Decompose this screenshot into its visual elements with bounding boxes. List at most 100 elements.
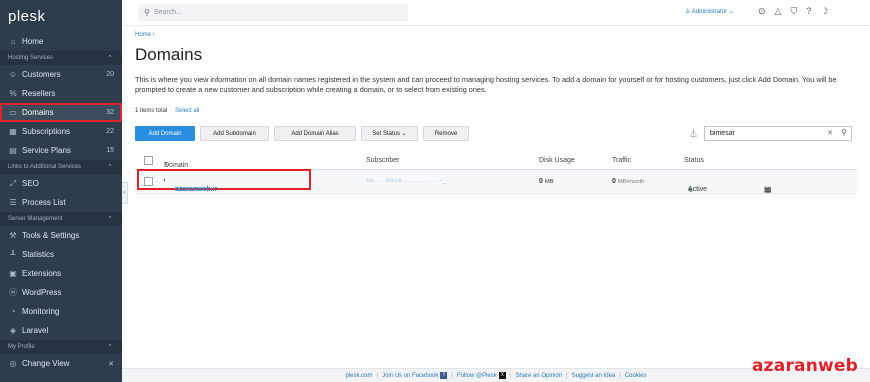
footer-separator: |: [619, 372, 621, 379]
notifications-icon[interactable]: △: [775, 6, 782, 17]
filter-value: bimesar: [710, 130, 735, 137]
plesk-logo[interactable]: plesk: [0, 0, 122, 32]
footer-follow-link[interactable]: Follow @Plesk: [457, 373, 497, 379]
monitoring-icon: ◔: [10, 307, 16, 316]
sidebar-item-label: Home: [22, 37, 44, 46]
watermark: azaranweb: [752, 356, 858, 376]
sidebar-item-resellers[interactable]: % Resellers: [0, 84, 122, 103]
subscriber-link[interactable]: xa... ..basa.............. .. -_: [366, 178, 447, 184]
footer-cookies-link[interactable]: Cookies: [625, 373, 647, 379]
sidebar-item-laravel[interactable]: ◈ Laravel: [0, 321, 122, 340]
footer-facebook-link[interactable]: Join Us on Facebook: [382, 373, 438, 379]
footer-separator: |: [376, 372, 379, 379]
toolbar: Add Domain Add Subdomain Add Domain Alia…: [135, 126, 469, 141]
filter-input[interactable]: bimesar ✕ ⚲: [704, 126, 853, 141]
site-icon: ◐: [163, 177, 168, 184]
sidebar-item-subscriptions[interactable]: ▦ Subscriptions 22: [0, 122, 122, 141]
sidebar-item-seo[interactable]: ⤢ SEO: [0, 174, 122, 193]
sidebar-collapse-toggle[interactable]: ‹: [122, 182, 128, 204]
x-icon[interactable]: X: [498, 372, 506, 379]
resellers-icon: %: [9, 89, 17, 98]
row-checkbox[interactable]: [144, 177, 153, 186]
monitor-icon: ▭: [9, 108, 17, 117]
service-plans-count: 15: [106, 147, 114, 154]
column-traffic[interactable]: Traffic: [612, 157, 631, 164]
page-title: Domains: [135, 45, 203, 64]
plesk-app: plesk ⌂ Home Hosting Services ⌃ ☺ Custom…: [0, 0, 870, 382]
set-status-button[interactable]: Set Status ⌄: [361, 126, 418, 141]
sidebar-item-customers[interactable]: ☺ Customers 20: [0, 65, 122, 84]
footer-opinion-link[interactable]: Share an Opinion: [515, 373, 562, 379]
search-icon: ⚲: [144, 8, 150, 17]
items-info: 1 items total Select all: [135, 108, 199, 114]
section-label: Links to Additional Services: [8, 164, 82, 170]
user-icon: ♙: [685, 9, 692, 15]
column-status[interactable]: Status: [684, 157, 704, 164]
facebook-icon[interactable]: f: [440, 372, 448, 379]
table-row: ◐ bi...e...s..r. azaranweb.ir xa... ..bas…: [135, 169, 857, 194]
sidebar-item-label: Change View: [22, 359, 70, 368]
chevron-down-icon: ⌄: [688, 187, 694, 194]
section-server-management[interactable]: Server Management ⌃: [0, 212, 122, 226]
plans-icon: ▤: [9, 146, 17, 155]
filter-icon[interactable]: ⏃: [689, 127, 698, 140]
section-label: Server Management: [8, 216, 63, 222]
breadcrumb-home[interactable]: Home: [135, 32, 151, 38]
footer-idea-link[interactable]: Suggest an Idea: [572, 373, 616, 379]
grid-icon: ▦: [9, 127, 17, 136]
search-placeholder: Search...: [153, 9, 182, 16]
chevron-down-icon: ⌄: [727, 9, 734, 15]
lightbulb-icon[interactable]: ⊙: [758, 6, 766, 17]
section-links-additional[interactable]: Links to Additional Services ⌃: [0, 160, 122, 174]
seo-icon: ⤢: [9, 178, 17, 188]
column-subscriber[interactable]: Subscriber: [366, 157, 399, 164]
user-name: Administrator: [691, 9, 728, 15]
help-icon[interactable]: ?: [806, 6, 811, 17]
sidebar-item-home[interactable]: ⌂ Home: [0, 32, 122, 51]
section-my-profile[interactable]: My Profile ⌃: [0, 340, 122, 354]
theme-toggle-icon[interactable]: ☽: [820, 6, 828, 17]
tools-icon: ⚒: [9, 231, 17, 240]
sidebar-item-wordpress[interactable]: ⓦ WordPress: [0, 283, 122, 302]
sidebar-item-service-plans[interactable]: ▤ Service Plans 15: [0, 141, 122, 160]
section-hosting-services[interactable]: Hosting Services ⌃: [0, 51, 122, 65]
breadcrumb[interactable]: Home ›: [135, 32, 155, 38]
security-icon[interactable]: ⛉: [790, 6, 797, 17]
search-icon[interactable]: ⚲: [841, 128, 847, 137]
sidebar-item-label: SEO: [22, 179, 39, 188]
close-icon[interactable]: ✕: [108, 360, 114, 368]
sidebar-item-tools-settings[interactable]: ⚒ Tools & Settings: [0, 226, 122, 245]
select-all-checkbox[interactable]: [144, 156, 153, 165]
section-label: Hosting Services: [8, 55, 54, 61]
sidebar-item-monitoring[interactable]: ◔ Monitoring: [0, 302, 122, 321]
more-icon[interactable]: ⋮: [764, 185, 772, 194]
sort-up-icon: ˄: [164, 162, 169, 169]
clear-icon[interactable]: ✕: [827, 129, 833, 137]
chevron-up-icon: ⌃: [107, 164, 113, 171]
remove-button[interactable]: Remove: [423, 126, 469, 141]
user-menu[interactable]: ♙ Administrator ⌄: [685, 8, 734, 15]
column-disk-usage[interactable]: Disk Usage: [539, 157, 575, 164]
sidebar-item-label: Monitoring: [22, 307, 60, 316]
traffic-value: 0 MB/month: [612, 178, 644, 185]
add-domain-button[interactable]: Add Domain: [135, 126, 195, 141]
topbar: ⚲ Search... ♙ Administrator ⌄ ⊙ △ ⛉ ? ☽: [122, 0, 870, 26]
footer-plesk-link[interactable]: plesk.com: [345, 373, 372, 379]
change-view-icon: ◎: [9, 359, 17, 368]
sidebar-item-domains[interactable]: ▭ Domains 32: [0, 103, 122, 122]
sidebar-item-extensions[interactable]: ▣ Extensions: [0, 264, 122, 283]
filter-area: ⏃ bimesar ✕ ⚲: [689, 126, 853, 141]
search-input[interactable]: ⚲ Search...: [138, 4, 408, 21]
subscriptions-count: 22: [106, 128, 114, 135]
chevron-down-icon: ⌄: [399, 131, 407, 137]
select-all-link[interactable]: Select all: [175, 108, 199, 114]
footer-separator: |: [451, 372, 453, 379]
add-subdomain-button[interactable]: Add Subdomain: [200, 126, 269, 141]
sidebar-item-change-view[interactable]: ◎ Change View ✕: [0, 354, 122, 373]
list-icon: ☰: [9, 198, 17, 207]
domains-table: Domain Name ˄ Subscriber Disk Usage Traf…: [135, 152, 857, 194]
sidebar-item-statistics[interactable]: ╨ Statistics: [0, 245, 122, 264]
sidebar-item-process-list[interactable]: ☰ Process List: [0, 193, 122, 212]
add-domain-alias-button[interactable]: Add Domain Alias: [274, 126, 356, 141]
chevron-up-icon: ⌃: [107, 55, 113, 62]
